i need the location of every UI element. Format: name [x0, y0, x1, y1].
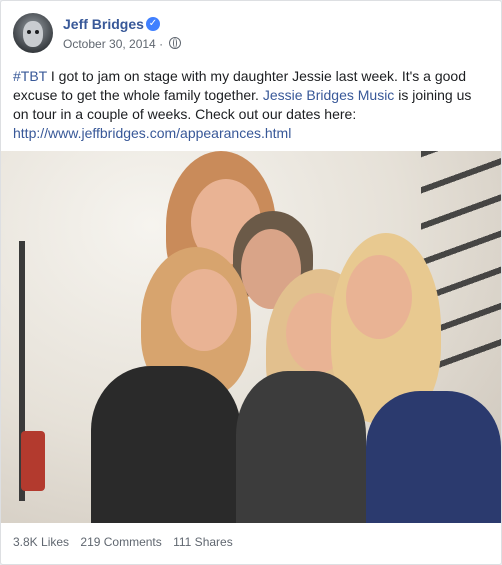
shares-count[interactable]: 111 Shares: [173, 535, 233, 549]
likes-count[interactable]: 3.8K Likes: [13, 535, 69, 549]
verified-check-icon: ✓: [146, 17, 160, 31]
post-meta: October 30, 2014 ·: [63, 37, 182, 51]
meta-separator: ·: [159, 37, 164, 51]
avatar[interactable]: [13, 13, 53, 53]
avatar-eye: [35, 30, 39, 34]
post-text: #TBT I got to jam on stage with my daugh…: [13, 67, 489, 143]
post-photo[interactable]: [1, 151, 501, 523]
mention-link[interactable]: Jessie Bridges Music: [263, 87, 395, 103]
post-stats: 3.8K Likes 219 Comments 111 Shares: [13, 535, 241, 549]
hashtag-link[interactable]: #TBT: [13, 68, 47, 84]
photo-red-cup: [21, 431, 45, 491]
avatar-face: [23, 21, 43, 47]
post-header: Jeff Bridges ✓ October 30, 2014 ·: [13, 13, 483, 57]
post-date[interactable]: October 30, 2014: [63, 37, 156, 51]
person-clothing: [236, 371, 366, 523]
person-face: [346, 255, 412, 339]
avatar-eye: [27, 30, 31, 34]
author-name[interactable]: Jeff Bridges: [63, 16, 144, 32]
globe-icon[interactable]: [169, 37, 182, 49]
person-face: [171, 269, 237, 351]
comments-count[interactable]: 219 Comments: [80, 535, 161, 549]
person-clothing: [366, 391, 501, 523]
person-clothing: [91, 366, 241, 523]
appearances-link[interactable]: http://www.jeffbridges.com/appearances.h…: [13, 125, 291, 141]
post-card: Jeff Bridges ✓ October 30, 2014 · #TBT I…: [0, 0, 502, 565]
